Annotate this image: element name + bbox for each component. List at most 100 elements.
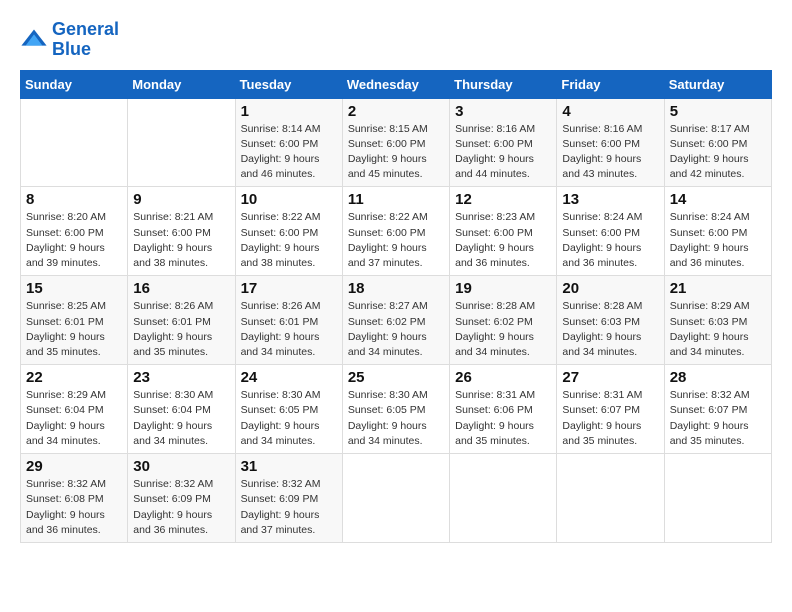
day-number: 15 xyxy=(26,280,122,297)
day-number: 11 xyxy=(348,191,444,208)
day-number: 4 xyxy=(562,103,658,120)
day-info: Sunrise: 8:32 AMSunset: 6:09 PMDaylight:… xyxy=(241,477,337,538)
calendar-cell: 11 Sunrise: 8:22 AMSunset: 6:00 PMDayligh… xyxy=(342,187,449,276)
logo-text: General Blue xyxy=(52,20,119,60)
calendar-cell: 12 Sunrise: 8:23 AMSunset: 6:00 PMDayligh… xyxy=(450,187,557,276)
weekday-header: Wednesday xyxy=(342,70,449,98)
day-info: Sunrise: 8:29 AMSunset: 6:04 PMDaylight:… xyxy=(26,388,122,449)
calendar-table: SundayMondayTuesdayWednesdayThursdayFrid… xyxy=(20,70,772,543)
day-info: Sunrise: 8:24 AMSunset: 6:00 PMDaylight:… xyxy=(670,210,766,271)
day-number: 25 xyxy=(348,369,444,386)
day-number: 27 xyxy=(562,369,658,386)
calendar-cell: 2 Sunrise: 8:15 AMSunset: 6:00 PMDaylight… xyxy=(342,98,449,187)
day-info: Sunrise: 8:32 AMSunset: 6:08 PMDaylight:… xyxy=(26,477,122,538)
logo-icon xyxy=(20,26,48,54)
calendar-cell: 25Sunrise: 8:30 AMSunset: 6:05 PMDayligh… xyxy=(342,365,449,454)
weekday-header: Friday xyxy=(557,70,664,98)
day-info: Sunrise: 8:27 AMSunset: 6:02 PMDaylight:… xyxy=(348,299,444,360)
day-number: 9 xyxy=(133,191,229,208)
calendar-body: 1Sunrise: 8:14 AMSunset: 6:00 PMDaylight… xyxy=(21,98,772,542)
calendar-cell: 31 Sunrise: 8:32 AMSunset: 6:09 PMDayligh… xyxy=(235,454,342,543)
logo: General Blue xyxy=(20,20,119,60)
day-info: Sunrise: 8:21 AMSunset: 6:00 PMDaylight:… xyxy=(133,210,229,271)
calendar-cell: 27 Sunrise: 8:31 AMSunset: 6:07 PMDayligh… xyxy=(557,365,664,454)
weekday-header: Saturday xyxy=(664,70,771,98)
day-number: 14 xyxy=(670,191,766,208)
day-info: Sunrise: 8:31 AMSunset: 6:07 PMDaylight:… xyxy=(562,388,658,449)
calendar-cell: 17 Sunrise: 8:26 AMSunset: 6:01 PMDayligh… xyxy=(235,276,342,365)
calendar-cell: 24 Sunrise: 8:30 AMSunset: 6:05 PMDayligh… xyxy=(235,365,342,454)
day-number: 2 xyxy=(348,103,444,120)
day-number: 20 xyxy=(562,280,658,297)
calendar-cell xyxy=(664,454,771,543)
day-info: Sunrise: 8:28 AMSunset: 6:03 PMDaylight:… xyxy=(562,299,658,360)
weekday-header: Sunday xyxy=(21,70,128,98)
calendar-cell: 23Sunrise: 8:30 AMSunset: 6:04 PMDayligh… xyxy=(128,365,235,454)
calendar-week-row: 8Sunrise: 8:20 AMSunset: 6:00 PMDaylight… xyxy=(21,187,772,276)
day-info: Sunrise: 8:32 AMSunset: 6:09 PMDaylight:… xyxy=(133,477,229,538)
calendar-cell: 3 Sunrise: 8:16 AMSunset: 6:00 PMDaylight… xyxy=(450,98,557,187)
calendar-cell: 15 Sunrise: 8:25 AMSunset: 6:01 PMDayligh… xyxy=(21,276,128,365)
day-number: 3 xyxy=(455,103,551,120)
calendar-week-row: 22 Sunrise: 8:29 AMSunset: 6:04 PMDayligh… xyxy=(21,365,772,454)
day-info: Sunrise: 8:17 AMSunset: 6:00 PMDaylight:… xyxy=(670,122,766,183)
day-info: Sunrise: 8:16 AMSunset: 6:00 PMDaylight:… xyxy=(562,122,658,183)
day-info: Sunrise: 8:14 AMSunset: 6:00 PMDaylight:… xyxy=(241,122,337,183)
day-info: Sunrise: 8:16 AMSunset: 6:00 PMDaylight:… xyxy=(455,122,551,183)
day-info: Sunrise: 8:20 AMSunset: 6:00 PMDaylight:… xyxy=(26,210,122,271)
day-number: 30 xyxy=(133,458,229,475)
calendar-cell: 1Sunrise: 8:14 AMSunset: 6:00 PMDaylight… xyxy=(235,98,342,187)
day-info: Sunrise: 8:26 AMSunset: 6:01 PMDaylight:… xyxy=(241,299,337,360)
calendar-cell: 4 Sunrise: 8:16 AMSunset: 6:00 PMDaylight… xyxy=(557,98,664,187)
day-number: 31 xyxy=(241,458,337,475)
day-info: Sunrise: 8:31 AMSunset: 6:06 PMDaylight:… xyxy=(455,388,551,449)
day-number: 10 xyxy=(241,191,337,208)
day-number: 17 xyxy=(241,280,337,297)
day-info: Sunrise: 8:25 AMSunset: 6:01 PMDaylight:… xyxy=(26,299,122,360)
day-info: Sunrise: 8:22 AMSunset: 6:00 PMDaylight:… xyxy=(241,210,337,271)
day-info: Sunrise: 8:28 AMSunset: 6:02 PMDaylight:… xyxy=(455,299,551,360)
day-info: Sunrise: 8:30 AMSunset: 6:05 PMDaylight:… xyxy=(241,388,337,449)
day-info: Sunrise: 8:22 AMSunset: 6:00 PMDaylight:… xyxy=(348,210,444,271)
day-info: Sunrise: 8:30 AMSunset: 6:04 PMDaylight:… xyxy=(133,388,229,449)
day-info: Sunrise: 8:24 AMSunset: 6:00 PMDaylight:… xyxy=(562,210,658,271)
calendar-cell: 22 Sunrise: 8:29 AMSunset: 6:04 PMDayligh… xyxy=(21,365,128,454)
calendar-cell: 21Sunrise: 8:29 AMSunset: 6:03 PMDayligh… xyxy=(664,276,771,365)
calendar-cell: 26 Sunrise: 8:31 AMSunset: 6:06 PMDayligh… xyxy=(450,365,557,454)
weekday-header: Thursday xyxy=(450,70,557,98)
header-row: SundayMondayTuesdayWednesdayThursdayFrid… xyxy=(21,70,772,98)
weekday-header: Tuesday xyxy=(235,70,342,98)
calendar-cell: 30 Sunrise: 8:32 AMSunset: 6:09 PMDayligh… xyxy=(128,454,235,543)
calendar-cell xyxy=(128,98,235,187)
day-number: 29 xyxy=(26,458,122,475)
day-number: 12 xyxy=(455,191,551,208)
day-number: 26 xyxy=(455,369,551,386)
day-info: Sunrise: 8:15 AMSunset: 6:00 PMDaylight:… xyxy=(348,122,444,183)
weekday-header: Monday xyxy=(128,70,235,98)
calendar-cell: 5Sunrise: 8:17 AMSunset: 6:00 PMDaylight… xyxy=(664,98,771,187)
day-number: 24 xyxy=(241,369,337,386)
day-number: 16 xyxy=(133,280,229,297)
calendar-cell: 9 Sunrise: 8:21 AMSunset: 6:00 PMDaylight… xyxy=(128,187,235,276)
calendar-week-row: 29 Sunrise: 8:32 AMSunset: 6:08 PMDayligh… xyxy=(21,454,772,543)
day-number: 18 xyxy=(348,280,444,297)
calendar-cell: 20 Sunrise: 8:28 AMSunset: 6:03 PMDayligh… xyxy=(557,276,664,365)
calendar-cell: 14 Sunrise: 8:24 AMSunset: 6:00 PMDayligh… xyxy=(664,187,771,276)
day-info: Sunrise: 8:29 AMSunset: 6:03 PMDaylight:… xyxy=(670,299,766,360)
day-number: 28 xyxy=(670,369,766,386)
calendar-cell: 18 Sunrise: 8:27 AMSunset: 6:02 PMDayligh… xyxy=(342,276,449,365)
calendar-cell: 19 Sunrise: 8:28 AMSunset: 6:02 PMDayligh… xyxy=(450,276,557,365)
calendar-cell: 28Sunrise: 8:32 AMSunset: 6:07 PMDayligh… xyxy=(664,365,771,454)
calendar-week-row: 1Sunrise: 8:14 AMSunset: 6:00 PMDaylight… xyxy=(21,98,772,187)
calendar-header: SundayMondayTuesdayWednesdayThursdayFrid… xyxy=(21,70,772,98)
day-info: Sunrise: 8:23 AMSunset: 6:00 PMDaylight:… xyxy=(455,210,551,271)
day-number: 22 xyxy=(26,369,122,386)
calendar-week-row: 15 Sunrise: 8:25 AMSunset: 6:01 PMDayligh… xyxy=(21,276,772,365)
calendar-cell: 13Sunrise: 8:24 AMSunset: 6:00 PMDayligh… xyxy=(557,187,664,276)
calendar-cell: 16Sunrise: 8:26 AMSunset: 6:01 PMDayligh… xyxy=(128,276,235,365)
calendar-cell xyxy=(557,454,664,543)
calendar-cell: 10 Sunrise: 8:22 AMSunset: 6:00 PMDayligh… xyxy=(235,187,342,276)
day-number: 19 xyxy=(455,280,551,297)
calendar-cell xyxy=(342,454,449,543)
calendar-cell: 29 Sunrise: 8:32 AMSunset: 6:08 PMDayligh… xyxy=(21,454,128,543)
